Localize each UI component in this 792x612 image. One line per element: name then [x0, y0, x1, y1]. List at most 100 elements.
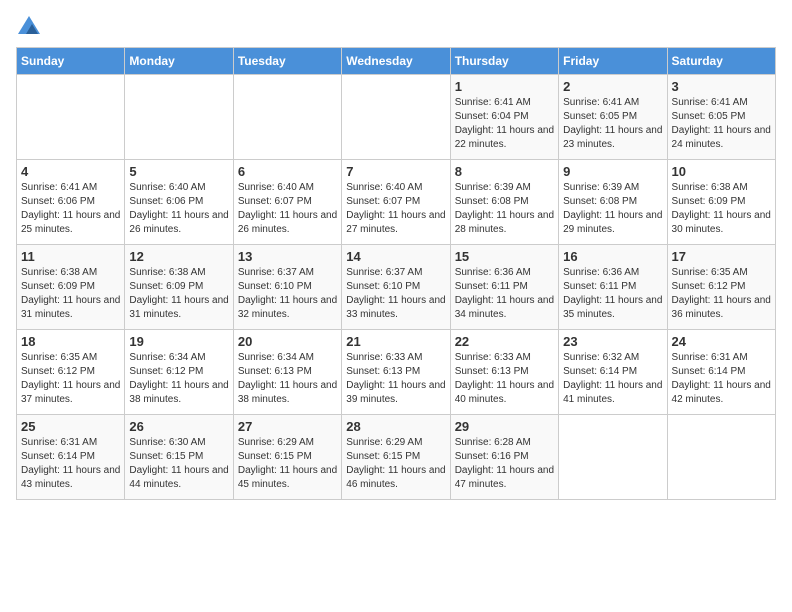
day-number: 13: [238, 249, 337, 264]
calendar-day-cell: 2 Sunrise: 6:41 AM Sunset: 6:05 PM Daylig…: [559, 75, 667, 160]
day-info: Sunrise: 6:31 AM Sunset: 6:14 PM Dayligh…: [21, 436, 120, 492]
day-info: Sunrise: 6:34 AM Sunset: 6:12 PM Dayligh…: [129, 351, 228, 407]
day-info: Sunrise: 6:39 AM Sunset: 6:08 PM Dayligh…: [455, 181, 554, 237]
calendar-day-cell: 18 Sunrise: 6:35 AM Sunset: 6:12 PM Dayli…: [17, 330, 125, 415]
day-info: Sunrise: 6:39 AM Sunset: 6:08 PM Dayligh…: [563, 181, 662, 237]
calendar-day-cell: 16 Sunrise: 6:36 AM Sunset: 6:11 PM Dayli…: [559, 245, 667, 330]
calendar-day-cell: 8 Sunrise: 6:39 AM Sunset: 6:08 PM Daylig…: [450, 160, 558, 245]
day-of-week-header: Saturday: [667, 48, 775, 75]
day-number: 29: [455, 419, 554, 434]
calendar-day-cell: 3 Sunrise: 6:41 AM Sunset: 6:05 PM Daylig…: [667, 75, 775, 160]
calendar-day-cell: 23 Sunrise: 6:32 AM Sunset: 6:14 PM Dayli…: [559, 330, 667, 415]
calendar-day-cell: [125, 75, 233, 160]
calendar-week-row: 1 Sunrise: 6:41 AM Sunset: 6:04 PM Daylig…: [17, 75, 776, 160]
day-number: 6: [238, 164, 337, 179]
calendar-week-row: 11 Sunrise: 6:38 AM Sunset: 6:09 PM Dayli…: [17, 245, 776, 330]
day-number: 21: [346, 334, 445, 349]
day-of-week-header: Tuesday: [233, 48, 341, 75]
day-number: 18: [21, 334, 120, 349]
day-info: Sunrise: 6:34 AM Sunset: 6:13 PM Dayligh…: [238, 351, 337, 407]
day-info: Sunrise: 6:36 AM Sunset: 6:11 PM Dayligh…: [455, 266, 554, 322]
day-info: Sunrise: 6:28 AM Sunset: 6:16 PM Dayligh…: [455, 436, 554, 492]
day-info: Sunrise: 6:33 AM Sunset: 6:13 PM Dayligh…: [346, 351, 445, 407]
day-of-week-header: Wednesday: [342, 48, 450, 75]
day-number: 28: [346, 419, 445, 434]
day-info: Sunrise: 6:38 AM Sunset: 6:09 PM Dayligh…: [21, 266, 120, 322]
calendar-day-cell: 5Sunrise: 6:40 AM Sunset: 6:06 PM Daylig…: [125, 160, 233, 245]
day-info: Sunrise: 6:30 AM Sunset: 6:15 PM Dayligh…: [129, 436, 228, 492]
calendar-day-cell: 29 Sunrise: 6:28 AM Sunset: 6:16 PM Dayli…: [450, 415, 558, 500]
calendar-day-cell: 13 Sunrise: 6:37 AM Sunset: 6:10 PM Dayli…: [233, 245, 341, 330]
day-info: Sunrise: 6:41 AM Sunset: 6:06 PM Dayligh…: [21, 181, 120, 237]
calendar-day-cell: [233, 75, 341, 160]
calendar-day-cell: 28 Sunrise: 6:29 AM Sunset: 6:15 PM Dayli…: [342, 415, 450, 500]
day-of-week-header: Sunday: [17, 48, 125, 75]
logo-icon: [18, 16, 40, 34]
day-info: Sunrise: 6:32 AM Sunset: 6:14 PM Dayligh…: [563, 351, 662, 407]
day-info: Sunrise: 6:40 AM Sunset: 6:06 PM Dayligh…: [129, 181, 228, 237]
day-info: Sunrise: 6:36 AM Sunset: 6:11 PM Dayligh…: [563, 266, 662, 322]
day-number: 20: [238, 334, 337, 349]
day-of-week-header: Thursday: [450, 48, 558, 75]
calendar-day-cell: 24 Sunrise: 6:31 AM Sunset: 6:14 PM Dayli…: [667, 330, 775, 415]
calendar-day-cell: 10 Sunrise: 6:38 AM Sunset: 6:09 PM Dayli…: [667, 160, 775, 245]
calendar-day-cell: 4 Sunrise: 6:41 AM Sunset: 6:06 PM Daylig…: [17, 160, 125, 245]
day-number: 12: [129, 249, 228, 264]
day-info: Sunrise: 6:41 AM Sunset: 6:05 PM Dayligh…: [672, 96, 771, 152]
day-info: Sunrise: 6:29 AM Sunset: 6:15 PM Dayligh…: [238, 436, 337, 492]
day-number: 14: [346, 249, 445, 264]
day-info: Sunrise: 6:33 AM Sunset: 6:13 PM Dayligh…: [455, 351, 554, 407]
day-number: 19: [129, 334, 228, 349]
header: [16, 16, 776, 39]
calendar-day-cell: 25 Sunrise: 6:31 AM Sunset: 6:14 PM Dayli…: [17, 415, 125, 500]
calendar-week-row: 25 Sunrise: 6:31 AM Sunset: 6:14 PM Dayli…: [17, 415, 776, 500]
calendar-day-cell: [667, 415, 775, 500]
day-info: Sunrise: 6:40 AM Sunset: 6:07 PM Dayligh…: [346, 181, 445, 237]
calendar-week-row: 18 Sunrise: 6:35 AM Sunset: 6:12 PM Dayli…: [17, 330, 776, 415]
calendar-day-cell: 12Sunrise: 6:38 AM Sunset: 6:09 PM Dayli…: [125, 245, 233, 330]
day-number: 23: [563, 334, 662, 349]
day-info: Sunrise: 6:35 AM Sunset: 6:12 PM Dayligh…: [672, 266, 771, 322]
day-info: Sunrise: 6:37 AM Sunset: 6:10 PM Dayligh…: [346, 266, 445, 322]
day-number: 11: [21, 249, 120, 264]
day-number: 9: [563, 164, 662, 179]
calendar-week-row: 4 Sunrise: 6:41 AM Sunset: 6:06 PM Daylig…: [17, 160, 776, 245]
day-info: Sunrise: 6:31 AM Sunset: 6:14 PM Dayligh…: [672, 351, 771, 407]
day-number: 15: [455, 249, 554, 264]
calendar-day-cell: 19 Sunrise: 6:34 AM Sunset: 6:12 PM Dayli…: [125, 330, 233, 415]
calendar-day-cell: [559, 415, 667, 500]
calendar-day-cell: 14 Sunrise: 6:37 AM Sunset: 6:10 PM Dayli…: [342, 245, 450, 330]
day-number: 8: [455, 164, 554, 179]
calendar-day-cell: 1 Sunrise: 6:41 AM Sunset: 6:04 PM Daylig…: [450, 75, 558, 160]
day-number: 25: [21, 419, 120, 434]
calendar-day-cell: 7 Sunrise: 6:40 AM Sunset: 6:07 PM Daylig…: [342, 160, 450, 245]
day-number: 3: [672, 79, 771, 94]
calendar-day-cell: 27Sunrise: 6:29 AM Sunset: 6:15 PM Dayli…: [233, 415, 341, 500]
calendar-day-cell: 9 Sunrise: 6:39 AM Sunset: 6:08 PM Daylig…: [559, 160, 667, 245]
calendar-day-cell: [17, 75, 125, 160]
day-number: 24: [672, 334, 771, 349]
day-number: 22: [455, 334, 554, 349]
day-number: 10: [672, 164, 771, 179]
day-number: 17: [672, 249, 771, 264]
calendar-day-cell: 22 Sunrise: 6:33 AM Sunset: 6:13 PM Dayli…: [450, 330, 558, 415]
day-info: Sunrise: 6:35 AM Sunset: 6:12 PM Dayligh…: [21, 351, 120, 407]
calendar-header-row: SundayMondayTuesdayWednesdayThursdayFrid…: [17, 48, 776, 75]
calendar-day-cell: 21 Sunrise: 6:33 AM Sunset: 6:13 PM Dayli…: [342, 330, 450, 415]
calendar-day-cell: 6Sunrise: 6:40 AM Sunset: 6:07 PM Daylig…: [233, 160, 341, 245]
calendar-day-cell: 11 Sunrise: 6:38 AM Sunset: 6:09 PM Dayli…: [17, 245, 125, 330]
logo: [16, 16, 40, 39]
day-info: Sunrise: 6:37 AM Sunset: 6:10 PM Dayligh…: [238, 266, 337, 322]
calendar-day-cell: 17 Sunrise: 6:35 AM Sunset: 6:12 PM Dayli…: [667, 245, 775, 330]
day-number: 4: [21, 164, 120, 179]
calendar-table: SundayMondayTuesdayWednesdayThursdayFrid…: [16, 47, 776, 500]
day-info: Sunrise: 6:41 AM Sunset: 6:04 PM Dayligh…: [455, 96, 554, 152]
day-info: Sunrise: 6:41 AM Sunset: 6:05 PM Dayligh…: [563, 96, 662, 152]
day-number: 1: [455, 79, 554, 94]
calendar-day-cell: 15 Sunrise: 6:36 AM Sunset: 6:11 PM Dayli…: [450, 245, 558, 330]
day-number: 2: [563, 79, 662, 94]
day-number: 16: [563, 249, 662, 264]
day-number: 7: [346, 164, 445, 179]
day-info: Sunrise: 6:38 AM Sunset: 6:09 PM Dayligh…: [672, 181, 771, 237]
day-info: Sunrise: 6:29 AM Sunset: 6:15 PM Dayligh…: [346, 436, 445, 492]
